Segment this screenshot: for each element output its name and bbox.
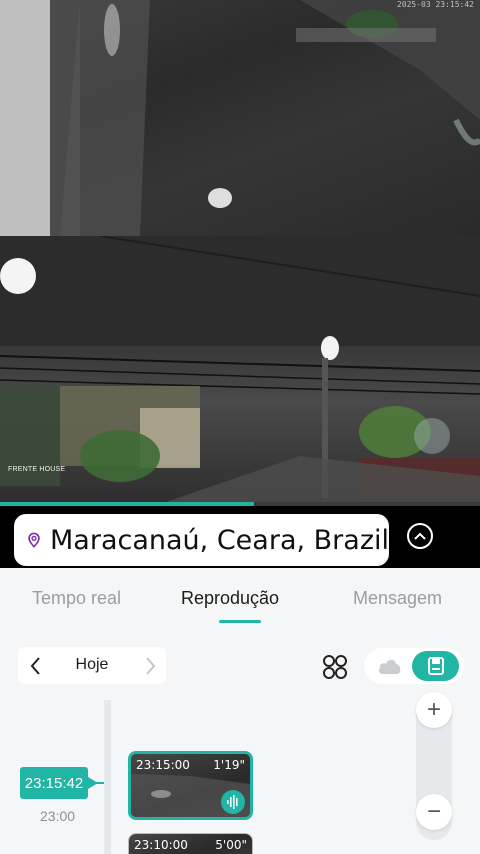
recording-clip[interactable]: 23:15:00 1'19" xyxy=(128,751,253,820)
tab-mensagem[interactable]: Mensagem xyxy=(353,588,442,609)
camera-1-scene xyxy=(0,0,480,236)
current-time-bubble: 23:15:42 xyxy=(20,767,98,799)
storage-source-toggle xyxy=(364,648,464,684)
chevron-right-icon xyxy=(146,657,156,675)
camera-2-scene xyxy=(0,236,480,504)
camera-timestamp: 2025-03 23:15:42 xyxy=(396,0,474,9)
recording-clip[interactable]: 23:10:00 5'00" xyxy=(128,833,253,854)
cloud-icon xyxy=(379,659,401,674)
tab-reproducao[interactable]: Reprodução xyxy=(181,588,279,609)
clip-duration: 1'19" xyxy=(213,758,245,772)
collapse-button[interactable] xyxy=(407,523,433,549)
timeline-tick-label: 23:00 xyxy=(40,808,76,824)
sd-card-storage-option[interactable] xyxy=(412,651,459,681)
camera-feed-2[interactable]: FRENTE HOUSE xyxy=(0,236,480,504)
location-pin-icon xyxy=(28,532,40,548)
location-bar: Maracanaú, Ceara, Brazil xyxy=(0,506,480,568)
cloud-storage-option[interactable] xyxy=(376,654,404,678)
next-day-button[interactable] xyxy=(140,655,160,677)
audio-wave-icon xyxy=(227,795,238,809)
app-screen: 2025-03 23:15:42 FRENTE HOUSE Maracanaú,… xyxy=(0,0,480,854)
location-text: Maracanaú, Ceara, Brazil xyxy=(50,524,389,556)
zoom-out-button[interactable]: − xyxy=(416,794,452,830)
sd-card-icon xyxy=(427,657,444,675)
clip-start-time: 23:15:00 xyxy=(136,758,190,772)
grid-view-button[interactable] xyxy=(322,654,348,680)
tab-tempo-real[interactable]: Tempo real xyxy=(32,588,121,609)
timeline-axis[interactable] xyxy=(104,700,111,854)
active-tab-indicator xyxy=(219,620,261,623)
location-pill[interactable]: Maracanaú, Ceara, Brazil xyxy=(14,514,389,566)
camera-label: FRENTE HOUSE xyxy=(8,466,66,473)
clip-start-time: 23:10:00 xyxy=(134,838,188,852)
chevron-up-icon xyxy=(414,532,426,540)
camera-feed-1[interactable]: 2025-03 23:15:42 xyxy=(0,0,480,236)
date-navigator: Hoje xyxy=(18,647,166,684)
grid-icon xyxy=(323,655,347,679)
audio-badge xyxy=(221,790,245,814)
view-tabs: Tempo real Reprodução Mensagem xyxy=(0,568,480,628)
clip-duration: 5'00" xyxy=(215,838,247,852)
zoom-in-button[interactable]: + xyxy=(416,692,452,728)
